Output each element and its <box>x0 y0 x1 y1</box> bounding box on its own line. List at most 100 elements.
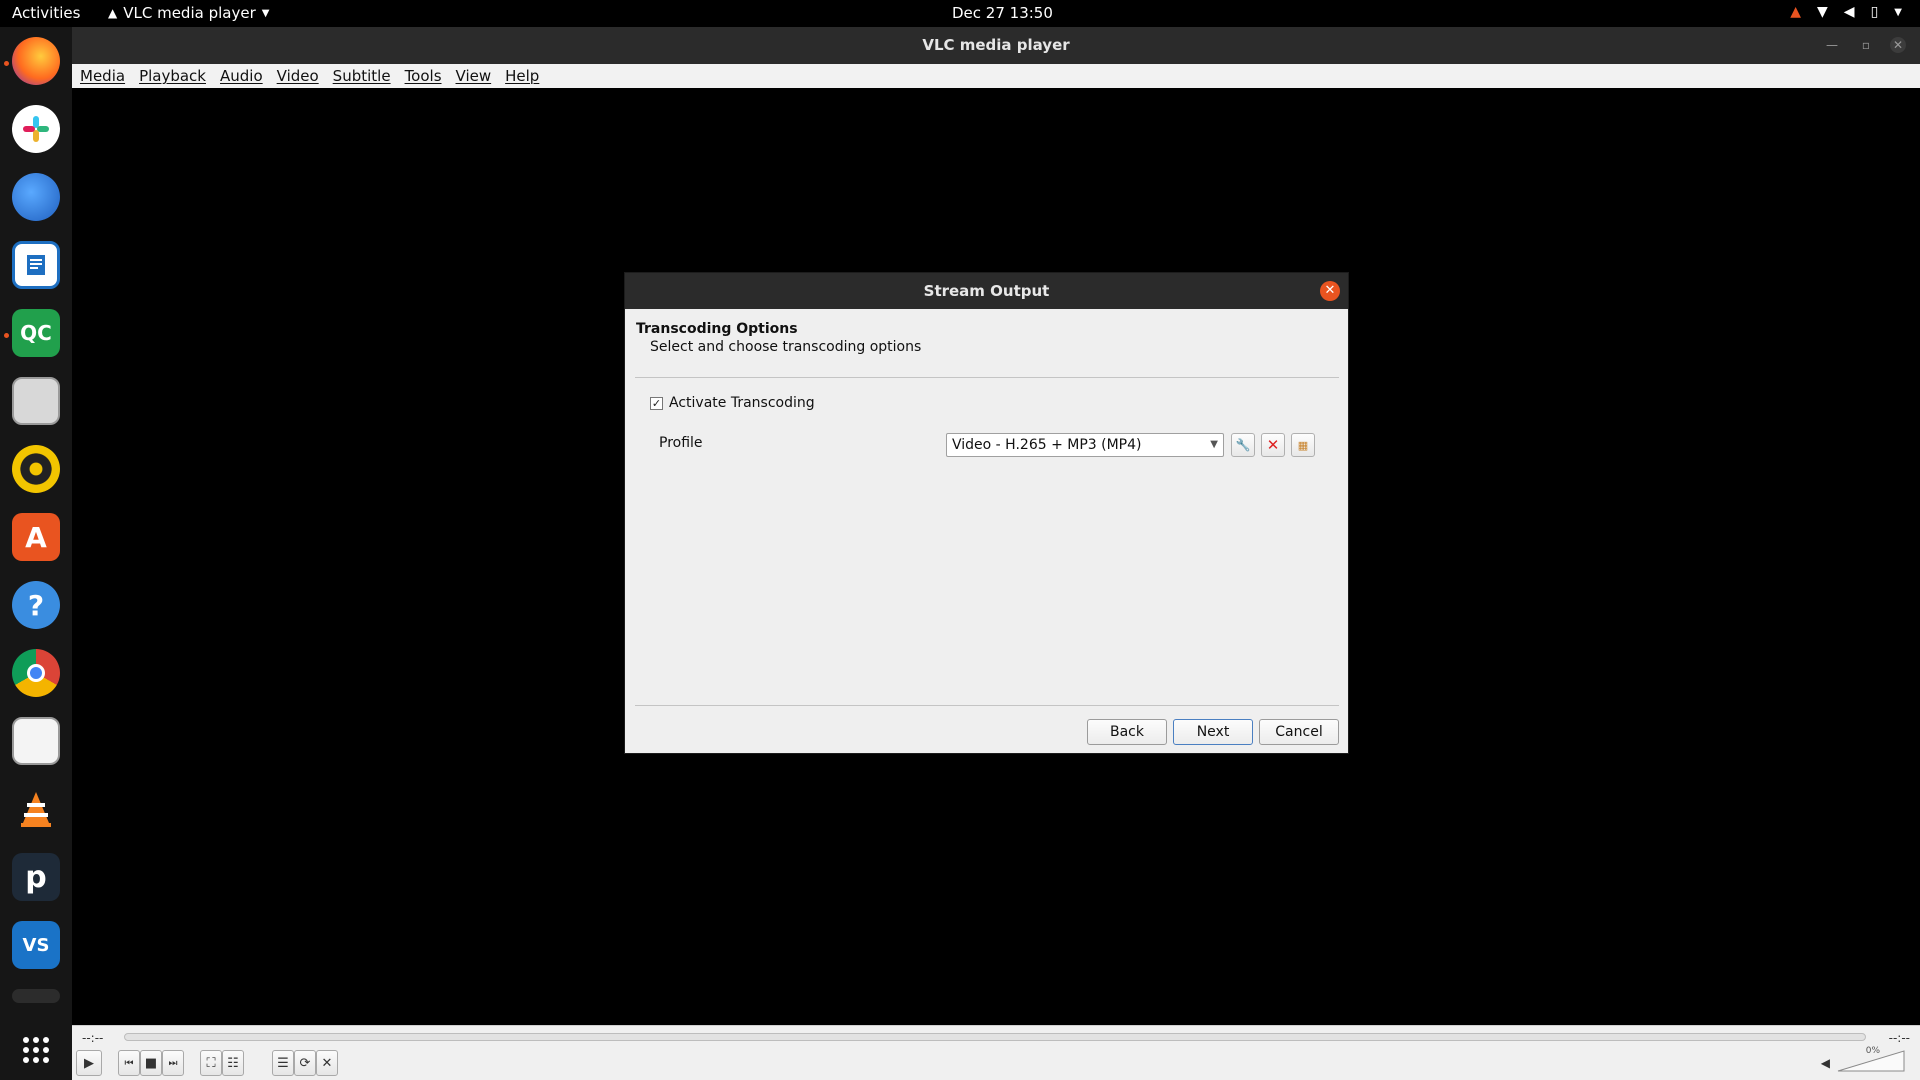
new-profile-icon: ▦ <box>1297 438 1309 452</box>
vlc-cone-icon: ▲ <box>108 6 118 20</box>
total-time[interactable]: --:-- <box>1889 1031 1910 1045</box>
dialog-title[interactable]: Stream Output <box>625 273 1348 309</box>
terminal-icon[interactable] <box>12 989 60 1003</box>
volume-icon: ◀ <box>1843 4 1855 20</box>
window-title: VLC media player <box>922 36 1070 54</box>
document-icon <box>27 255 45 275</box>
delete-icon: ✕ <box>1266 436 1280 454</box>
divider <box>635 377 1339 378</box>
previous-button[interactable]: ⏮ <box>118 1050 140 1076</box>
qc-app-label: QC <box>20 321 52 345</box>
pycharm-icon[interactable]: p <box>12 853 60 901</box>
activate-transcoding-label[interactable]: Activate Transcoding <box>669 395 815 411</box>
activate-transcoding-checkbox[interactable]: ✓ <box>650 397 663 410</box>
profile-select[interactable]: Video - H.265 + MP3 (MP4) ▼ <box>946 433 1224 457</box>
slack-logo-icon <box>23 116 49 142</box>
profile-select-value: Video - H.265 + MP3 (MP4) <box>952 437 1142 453</box>
vlc-cone-icon <box>21 792 51 827</box>
menu-video[interactable]: Video <box>277 67 319 85</box>
clock[interactable]: Dec 27 13:50 <box>952 4 1053 22</box>
dock: QC A ? p VS <box>0 27 72 1080</box>
show-apps-icon[interactable] <box>12 1026 60 1074</box>
writer-icon[interactable] <box>12 241 60 289</box>
play-icon: ▶ <box>84 1055 94 1071</box>
section-heading: Transcoding Options <box>636 321 798 337</box>
elapsed-time[interactable]: --:-- <box>82 1031 103 1045</box>
extended-settings-button[interactable]: ☷ <box>222 1050 244 1076</box>
maximize-icon[interactable]: ▫ <box>1858 37 1874 53</box>
fullscreen-icon: ⛶ <box>206 1055 216 1071</box>
help-icon[interactable]: ? <box>12 581 60 629</box>
menu-media[interactable]: Media <box>80 67 125 85</box>
vlc-icon[interactable] <box>12 785 60 833</box>
chrome-center-icon <box>27 664 45 682</box>
shuffle-button[interactable]: ✕ <box>316 1050 338 1076</box>
chevron-down-icon: ▼ <box>1894 6 1902 18</box>
next-button[interactable]: Next <box>1173 719 1253 745</box>
stream-output-dialog: Stream Output ✕ Transcoding Options Sele… <box>624 272 1349 754</box>
files-icon[interactable] <box>12 377 60 425</box>
running-indicator <box>4 333 9 338</box>
profile-label: Profile <box>659 435 703 451</box>
minimize-icon[interactable]: — <box>1824 37 1840 53</box>
app-menu-label: VLC media player <box>123 4 256 22</box>
menu-tools[interactable]: Tools <box>405 67 442 85</box>
activities-button[interactable]: Activities <box>12 4 80 22</box>
rhythmbox-icon[interactable] <box>12 445 60 493</box>
mute-icon[interactable]: ◀ <box>1821 1056 1830 1070</box>
firefox-icon[interactable] <box>12 37 60 85</box>
app-menu[interactable]: ▲ VLC media player ▼ <box>108 4 269 22</box>
reader-icon[interactable] <box>12 717 60 765</box>
previous-icon: ⏮ <box>124 1057 134 1069</box>
loop-button[interactable]: ⟳ <box>294 1050 316 1076</box>
back-button[interactable]: Back <box>1087 719 1167 745</box>
shuffle-icon: ✕ <box>321 1055 333 1071</box>
fullscreen-button[interactable]: ⛶ <box>200 1050 222 1076</box>
vlc-tray-icon[interactable]: ▲ <box>1790 4 1801 20</box>
section-subheading: Select and choose transcoding options <box>650 339 922 355</box>
play-button[interactable]: ▶ <box>76 1050 102 1076</box>
playlist-icon: ☰ <box>277 1055 289 1071</box>
menu-subtitle[interactable]: Subtitle <box>333 67 391 85</box>
cancel-button[interactable]: Cancel <box>1259 719 1339 745</box>
seek-bar[interactable] <box>124 1033 1866 1041</box>
dialog-close-button[interactable]: ✕ <box>1320 281 1340 301</box>
system-tray[interactable]: ▲ ▼ ◀ ▯ ▼ <box>1790 4 1902 20</box>
vscode-icon[interactable]: VS <box>12 921 60 969</box>
delete-profile-button[interactable]: ✕ <box>1261 433 1285 457</box>
loop-icon: ⟳ <box>299 1055 311 1071</box>
edit-profile-button[interactable]: 🔧 <box>1231 433 1255 457</box>
window-titlebar[interactable]: VLC media player — ▫ ✕ <box>72 27 1920 64</box>
stop-button[interactable]: ■ <box>140 1050 162 1076</box>
wrench-icon: 🔧 <box>1235 438 1251 452</box>
close-icon[interactable]: ✕ <box>1890 37 1906 53</box>
menu-view[interactable]: View <box>456 67 492 85</box>
menu-playback[interactable]: Playback <box>139 67 206 85</box>
stop-icon: ■ <box>144 1055 158 1071</box>
new-profile-button[interactable]: ▦ <box>1291 433 1315 457</box>
playback-controls: --:-- --:-- ▶ ⏮ ■ ⏭ ⛶ ☷ ☰ ⟳ ✕ ◀ 0% <box>72 1025 1920 1080</box>
grid-icon <box>23 1037 49 1063</box>
chrome-icon[interactable] <box>12 649 60 697</box>
menu-help[interactable]: Help <box>505 67 539 85</box>
battery-icon: ▯ <box>1870 4 1879 20</box>
checkmark-icon: ✓ <box>651 397 662 410</box>
vscode-label: VS <box>22 934 50 956</box>
equalizer-icon: ☷ <box>227 1055 239 1071</box>
menu-audio[interactable]: Audio <box>220 67 263 85</box>
footer-divider <box>635 705 1339 706</box>
next-icon: ⏭ <box>168 1057 178 1069</box>
close-icon: ✕ <box>1324 283 1336 298</box>
thunderbird-icon[interactable] <box>12 173 60 221</box>
chevron-down-icon: ▼ <box>1210 439 1218 450</box>
next-button[interactable]: ⏭ <box>162 1050 184 1076</box>
wifi-icon: ▼ <box>1817 4 1828 20</box>
volume-percent: 0% <box>1865 1046 1880 1056</box>
qc-app-icon[interactable]: QC <box>12 309 60 357</box>
top-bar: Activities ▲ VLC media player ▼ Dec 27 1… <box>0 0 1920 27</box>
volume-slider[interactable]: 0% <box>1836 1046 1906 1073</box>
software-center-icon[interactable]: A <box>12 513 60 561</box>
slack-icon[interactable] <box>12 105 60 153</box>
running-indicator <box>4 61 9 66</box>
playlist-button[interactable]: ☰ <box>272 1050 294 1076</box>
